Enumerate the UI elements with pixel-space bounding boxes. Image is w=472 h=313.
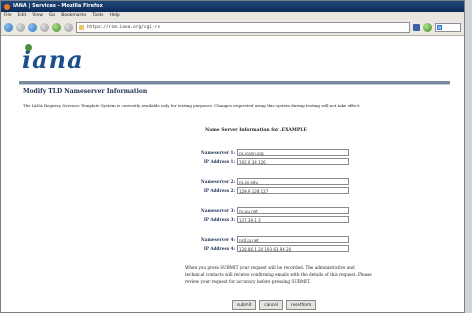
- forward-icon[interactable]: [16, 23, 25, 32]
- url-text: https://rzm.iana.org/cgi-rs: [87, 25, 161, 30]
- nameserver-3-input[interactable]: ns.uu.net: [237, 206, 349, 214]
- nameserver-4-label: Nameserver 4:: [200, 236, 235, 242]
- search-input[interactable]: G: [435, 23, 461, 32]
- google-icon: G: [437, 25, 442, 30]
- iana-logo[interactable]: iana: [22, 44, 84, 74]
- menu-bookmarks[interactable]: Bookmarks: [61, 12, 86, 20]
- nameserver-1-input[interactable]: ns.icann.org: [237, 148, 349, 156]
- logo-dot-icon: [25, 44, 32, 51]
- ip-address-2-input[interactable]: 128.9.128.127: [237, 186, 349, 194]
- page-icon: [79, 25, 84, 30]
- menu-edit[interactable]: Edit: [18, 12, 27, 20]
- form-buttons: submit cancel resetform: [232, 300, 317, 310]
- menu-bar: File Edit View Go Bookmarks Tools Help: [1, 12, 464, 20]
- go-button-icon[interactable]: [423, 23, 432, 32]
- ip-address-1-row: IP Address 1: 192.0.34.126: [179, 157, 349, 165]
- nameserver-1-row: Nameserver 1: ns.icann.org: [179, 148, 349, 156]
- submit-note: When you press SUBMIT your request will …: [185, 265, 372, 284]
- lock-icon[interactable]: [413, 24, 420, 31]
- nameserver-1-label: Nameserver 1:: [200, 149, 235, 155]
- title-bar: IANA | Services - Mozilla Firefox: [1, 1, 464, 12]
- go-icon[interactable]: [64, 23, 73, 32]
- window-title: IANA | Services - Mozilla Firefox: [13, 3, 103, 9]
- cancel-button[interactable]: cancel: [259, 300, 283, 310]
- ip-address-4-row: IP Address 4: 128.86.1.20 193.63.94.20: [179, 244, 349, 252]
- submit-button[interactable]: submit: [232, 300, 257, 310]
- menu-view[interactable]: View: [32, 12, 43, 20]
- nameserver-2-label: Nameserver 2:: [200, 178, 235, 184]
- ip-address-3-input[interactable]: 137.39.1.3: [237, 215, 349, 223]
- ip-address-1-label: IP Address 1:: [203, 158, 235, 164]
- page-content: iana Modify TLD Nameserver Information T…: [1, 37, 464, 312]
- testing-notice: The IANA Registry Services Template Syst…: [23, 103, 361, 108]
- ip-address-1-input[interactable]: 192.0.34.126: [237, 157, 349, 165]
- ip-address-2-label: IP Address 2:: [203, 187, 235, 193]
- nameserver-4-input[interactable]: ns0.ja.net: [237, 235, 349, 243]
- ip-address-4-label: IP Address 4:: [203, 245, 235, 251]
- section-title: Name Server Information for .EXAMPLE: [205, 128, 307, 133]
- ip-address-2-row: IP Address 2: 128.9.128.127: [179, 186, 349, 194]
- home-icon[interactable]: [52, 23, 61, 32]
- nameserver-2-row: Nameserver 2: ns.isi.edu: [179, 177, 349, 185]
- navigation-toolbar: https://rzm.iana.org/cgi-rs G: [1, 20, 464, 36]
- nameserver-3-label: Nameserver 3:: [200, 207, 235, 213]
- ip-address-3-label: IP Address 3:: [203, 216, 235, 222]
- firefox-icon: [4, 3, 10, 10]
- address-bar[interactable]: https://rzm.iana.org/cgi-rs: [76, 22, 410, 33]
- reset-button[interactable]: resetform: [285, 300, 317, 310]
- ip-address-3-row: IP Address 3: 137.39.1.3: [179, 215, 349, 223]
- browser-window: IANA | Services - Mozilla Firefox File E…: [0, 0, 465, 313]
- menu-go[interactable]: Go: [49, 12, 55, 20]
- nameserver-3-row: Nameserver 3: ns.uu.net: [179, 206, 349, 214]
- menu-tools[interactable]: Tools: [92, 12, 103, 20]
- menu-file[interactable]: File: [4, 12, 12, 20]
- nameserver-2-input[interactable]: ns.isi.edu: [237, 177, 349, 185]
- back-icon[interactable]: [4, 23, 13, 32]
- reload-icon[interactable]: [28, 23, 37, 32]
- menu-help[interactable]: Help: [109, 12, 119, 20]
- stop-icon[interactable]: [40, 23, 49, 32]
- nameserver-4-row: Nameserver 4: ns0.ja.net: [179, 235, 349, 243]
- ip-address-4-input[interactable]: 128.86.1.20 193.63.94.20: [237, 244, 349, 252]
- page-title: Modify TLD Nameserver Information: [23, 88, 148, 95]
- header-divider-light: [19, 84, 450, 85]
